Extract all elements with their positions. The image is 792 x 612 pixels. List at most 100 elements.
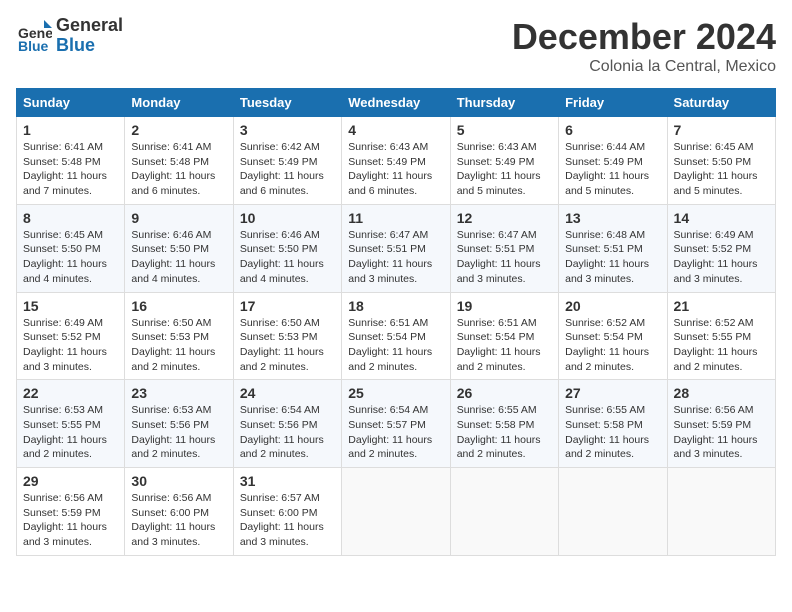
day-number: 3 — [240, 122, 335, 138]
day-info: Sunrise: 6:53 AM Sunset: 5:55 PM Dayligh… — [23, 403, 118, 462]
day-number: 28 — [674, 385, 769, 401]
day-number: 1 — [23, 122, 118, 138]
day-info: Sunrise: 6:51 AM Sunset: 5:54 PM Dayligh… — [348, 316, 443, 375]
day-info: Sunrise: 6:57 AM Sunset: 6:00 PM Dayligh… — [240, 491, 335, 550]
calendar-cell: 24Sunrise: 6:54 AM Sunset: 5:56 PM Dayli… — [233, 380, 341, 468]
calendar-cell: 15 Sunrise: 6:49 AM Sunset: 5:52 PM Dayli… — [17, 292, 125, 380]
day-info: Sunrise: 6:48 AM Sunset: 5:51 PM Dayligh… — [565, 228, 660, 287]
day-info: Sunrise: 6:56 AM Sunset: 5:59 PM Dayligh… — [23, 491, 118, 550]
calendar-cell — [667, 468, 775, 556]
title-block: December 2024 Colonia la Central, Mexico — [512, 16, 776, 76]
day-info: Sunrise: 6:46 AM Sunset: 5:50 PM Dayligh… — [131, 228, 226, 287]
calendar-cell: 28 Sunrise: 6:56 AM Sunset: 5:59 PM Dayli… — [667, 380, 775, 468]
day-number: 7 — [674, 122, 769, 138]
calendar-cell: 4Sunrise: 6:43 AM Sunset: 5:49 PM Daylig… — [342, 117, 450, 205]
calendar-cell: 25 Sunrise: 6:54 AM Sunset: 5:57 PM Dayli… — [342, 380, 450, 468]
day-number: 8 — [23, 210, 118, 226]
calendar-cell: 21 Sunrise: 6:52 AM Sunset: 5:55 PM Dayli… — [667, 292, 775, 380]
day-number: 27 — [565, 385, 660, 401]
calendar-cell: 26 Sunrise: 6:55 AM Sunset: 5:58 PM Dayli… — [450, 380, 558, 468]
calendar-cell: 7 Sunrise: 6:45 AM Sunset: 5:50 PM Daylig… — [667, 117, 775, 205]
day-info: Sunrise: 6:43 AM Sunset: 5:49 PM Dayligh… — [457, 140, 552, 199]
day-info: Sunrise: 6:56 AM Sunset: 5:59 PM Dayligh… — [674, 403, 769, 462]
calendar-cell: 3 Sunrise: 6:42 AM Sunset: 5:49 PM Daylig… — [233, 117, 341, 205]
month-title: December 2024 — [512, 16, 776, 58]
calendar-week-5: 29Sunrise: 6:56 AM Sunset: 5:59 PM Dayli… — [17, 468, 776, 556]
day-number: 23 — [131, 385, 226, 401]
day-number: 5 — [457, 122, 552, 138]
calendar-header: SundayMondayTuesdayWednesdayThursdayFrid… — [17, 89, 776, 117]
day-number: 25 — [348, 385, 443, 401]
day-info: Sunrise: 6:47 AM Sunset: 5:51 PM Dayligh… — [457, 228, 552, 287]
day-info: Sunrise: 6:52 AM Sunset: 5:55 PM Dayligh… — [674, 316, 769, 375]
day-info: Sunrise: 6:44 AM Sunset: 5:49 PM Dayligh… — [565, 140, 660, 199]
day-number: 6 — [565, 122, 660, 138]
calendar-cell — [450, 468, 558, 556]
day-info: Sunrise: 6:41 AM Sunset: 5:48 PM Dayligh… — [131, 140, 226, 199]
page-header: General Blue General Blue December 2024 … — [16, 16, 776, 76]
day-number: 16 — [131, 298, 226, 314]
calendar-cell — [559, 468, 667, 556]
calendar-week-2: 8 Sunrise: 6:45 AM Sunset: 5:50 PM Daylig… — [17, 204, 776, 292]
calendar-week-3: 15 Sunrise: 6:49 AM Sunset: 5:52 PM Dayli… — [17, 292, 776, 380]
day-header-sunday: Sunday — [17, 89, 125, 117]
day-info: Sunrise: 6:43 AM Sunset: 5:49 PM Dayligh… — [348, 140, 443, 199]
calendar-week-4: 22 Sunrise: 6:53 AM Sunset: 5:55 PM Dayli… — [17, 380, 776, 468]
calendar-cell: 30Sunrise: 6:56 AM Sunset: 6:00 PM Dayli… — [125, 468, 233, 556]
calendar-cell: 23 Sunrise: 6:53 AM Sunset: 5:56 PM Dayli… — [125, 380, 233, 468]
day-info: Sunrise: 6:49 AM Sunset: 5:52 PM Dayligh… — [23, 316, 118, 375]
calendar-cell: 22 Sunrise: 6:53 AM Sunset: 5:55 PM Dayli… — [17, 380, 125, 468]
calendar-cell: 17 Sunrise: 6:50 AM Sunset: 5:53 PM Dayli… — [233, 292, 341, 380]
calendar-cell: 14 Sunrise: 6:49 AM Sunset: 5:52 PM Dayli… — [667, 204, 775, 292]
logo-blue: Blue — [56, 36, 123, 56]
day-number: 13 — [565, 210, 660, 226]
day-info: Sunrise: 6:45 AM Sunset: 5:50 PM Dayligh… — [674, 140, 769, 199]
calendar-cell: 27Sunrise: 6:55 AM Sunset: 5:58 PM Dayli… — [559, 380, 667, 468]
day-info: Sunrise: 6:49 AM Sunset: 5:52 PM Dayligh… — [674, 228, 769, 287]
day-info: Sunrise: 6:55 AM Sunset: 5:58 PM Dayligh… — [457, 403, 552, 462]
day-number: 14 — [674, 210, 769, 226]
calendar-cell: 10 Sunrise: 6:46 AM Sunset: 5:50 PM Dayli… — [233, 204, 341, 292]
day-number: 20 — [565, 298, 660, 314]
day-number: 17 — [240, 298, 335, 314]
day-number: 11 — [348, 210, 443, 226]
day-info: Sunrise: 6:50 AM Sunset: 5:53 PM Dayligh… — [131, 316, 226, 375]
calendar-cell — [342, 468, 450, 556]
day-number: 31 — [240, 473, 335, 489]
day-number: 21 — [674, 298, 769, 314]
day-number: 15 — [23, 298, 118, 314]
calendar-cell: 29Sunrise: 6:56 AM Sunset: 5:59 PM Dayli… — [17, 468, 125, 556]
day-number: 10 — [240, 210, 335, 226]
day-number: 22 — [23, 385, 118, 401]
day-header-friday: Friday — [559, 89, 667, 117]
calendar-cell: 2Sunrise: 6:41 AM Sunset: 5:48 PM Daylig… — [125, 117, 233, 205]
day-header-saturday: Saturday — [667, 89, 775, 117]
calendar-cell: 16 Sunrise: 6:50 AM Sunset: 5:53 PM Dayli… — [125, 292, 233, 380]
day-number: 24 — [240, 385, 335, 401]
calendar-cell: 8 Sunrise: 6:45 AM Sunset: 5:50 PM Daylig… — [17, 204, 125, 292]
day-info: Sunrise: 6:54 AM Sunset: 5:57 PM Dayligh… — [348, 403, 443, 462]
calendar-cell: 19Sunrise: 6:51 AM Sunset: 5:54 PM Dayli… — [450, 292, 558, 380]
calendar-cell: 11Sunrise: 6:47 AM Sunset: 5:51 PM Dayli… — [342, 204, 450, 292]
logo: General Blue General Blue — [16, 16, 123, 56]
day-header-tuesday: Tuesday — [233, 89, 341, 117]
day-info: Sunrise: 6:42 AM Sunset: 5:49 PM Dayligh… — [240, 140, 335, 199]
day-number: 9 — [131, 210, 226, 226]
day-info: Sunrise: 6:46 AM Sunset: 5:50 PM Dayligh… — [240, 228, 335, 287]
day-header-wednesday: Wednesday — [342, 89, 450, 117]
logo-icon: General Blue — [16, 18, 52, 54]
calendar-table: SundayMondayTuesdayWednesdayThursdayFrid… — [16, 88, 776, 556]
day-info: Sunrise: 6:45 AM Sunset: 5:50 PM Dayligh… — [23, 228, 118, 287]
day-number: 26 — [457, 385, 552, 401]
day-info: Sunrise: 6:52 AM Sunset: 5:54 PM Dayligh… — [565, 316, 660, 375]
calendar-cell: 13 Sunrise: 6:48 AM Sunset: 5:51 PM Dayli… — [559, 204, 667, 292]
calendar-cell: 6 Sunrise: 6:44 AM Sunset: 5:49 PM Daylig… — [559, 117, 667, 205]
day-info: Sunrise: 6:53 AM Sunset: 5:56 PM Dayligh… — [131, 403, 226, 462]
calendar-cell: 12Sunrise: 6:47 AM Sunset: 5:51 PM Dayli… — [450, 204, 558, 292]
day-info: Sunrise: 6:50 AM Sunset: 5:53 PM Dayligh… — [240, 316, 335, 375]
calendar-cell: 5 Sunrise: 6:43 AM Sunset: 5:49 PM Daylig… — [450, 117, 558, 205]
calendar-cell: 18Sunrise: 6:51 AM Sunset: 5:54 PM Dayli… — [342, 292, 450, 380]
calendar-cell: 20 Sunrise: 6:52 AM Sunset: 5:54 PM Dayli… — [559, 292, 667, 380]
day-number: 30 — [131, 473, 226, 489]
day-header-thursday: Thursday — [450, 89, 558, 117]
